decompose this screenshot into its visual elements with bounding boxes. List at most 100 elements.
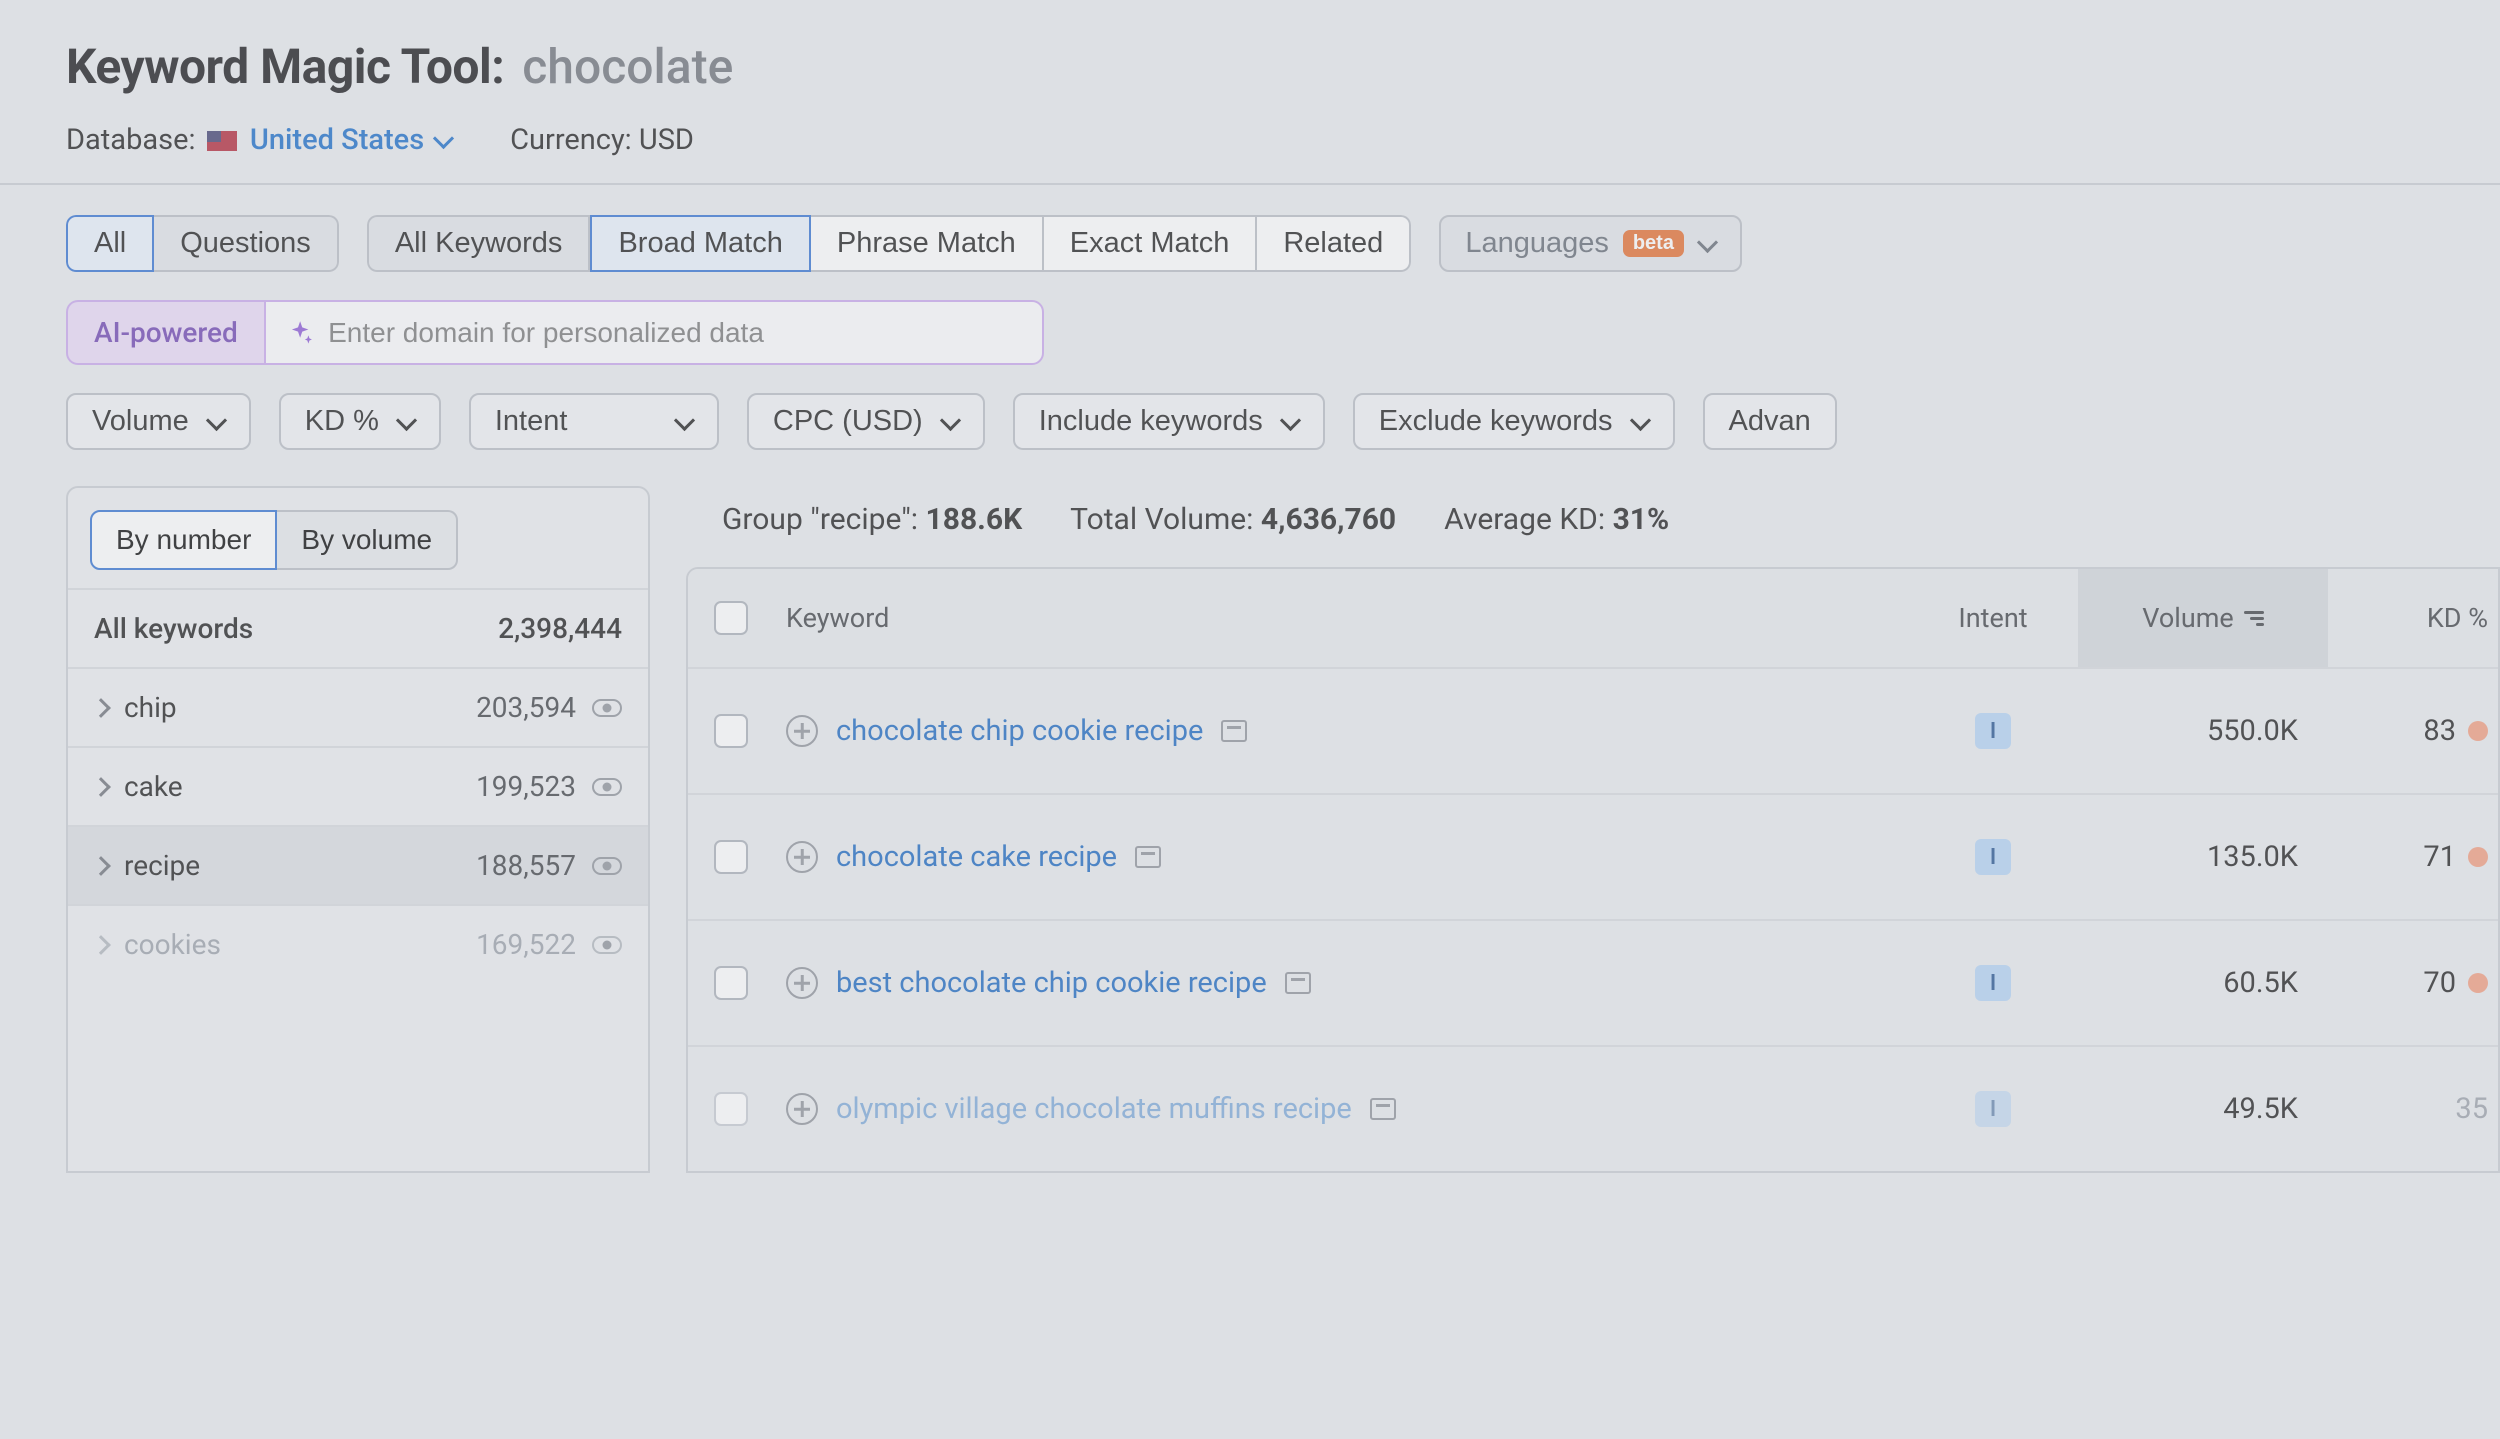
row-checkbox[interactable] [714,714,748,748]
match-toggle: All Keywords Broad Match Phrase Match Ex… [367,215,1412,272]
select-all-checkbox[interactable] [714,601,748,635]
col-volume-label: Volume [2142,602,2233,634]
filter-include-keywords[interactable]: Include keywords [1013,393,1325,450]
chevron-down-icon [434,131,452,149]
chevron-right-icon [91,856,111,876]
tab-exact-match[interactable]: Exact Match [1044,215,1258,272]
chevron-down-icon [397,413,415,431]
beta-badge: beta [1623,230,1684,257]
page-title: Keyword Magic Tool: [66,38,504,95]
row-checkbox[interactable] [714,966,748,1000]
tab-all-keywords[interactable]: All Keywords [367,215,591,272]
summary-kd-label: Average KD: [1444,502,1605,537]
sort-by-volume[interactable]: By volume [277,510,458,570]
kd-value: 71 [2423,840,2456,874]
keyword-link[interactable]: chocolate chip cookie recipe [836,714,1203,748]
flag-us-icon [207,131,237,151]
sidebar-group-cookies[interactable]: cookies169,522 [68,904,648,983]
keyword-link[interactable]: chocolate cake recipe [836,840,1117,874]
serp-icon[interactable] [1135,846,1161,868]
intent-badge: I [1975,839,2011,875]
eye-icon[interactable] [592,936,622,954]
row-checkbox[interactable] [714,1092,748,1126]
sidebar-group-chip[interactable]: chip203,594 [68,667,648,746]
filter-volume-label: Volume [92,405,189,438]
keyword-link[interactable]: olympic village chocolate muffins recipe [836,1092,1352,1126]
add-keyword-icon[interactable] [786,841,818,873]
serp-icon[interactable] [1285,972,1311,994]
chevron-right-icon [91,698,111,718]
table-row: olympic village chocolate muffins recipe… [688,1045,2498,1171]
col-volume[interactable]: Volume [2078,569,2328,667]
summary-kd-value: 31% [1613,502,1670,537]
volume-value: 550.0K [2078,714,2328,748]
filter-volume[interactable]: Volume [66,393,251,450]
filter-intent[interactable]: Intent [469,393,719,450]
row-checkbox[interactable] [714,840,748,874]
keyword-groups-sidebar: By number By volume All keywords 2,398,4… [66,486,650,1173]
table-row: chocolate cake recipe I 135.0K 71 [688,793,2498,919]
summary-group-label: Group "recipe": [722,502,918,537]
sidebar-group-count: 169,522 [476,928,576,961]
col-kd[interactable]: KD % [2328,602,2498,634]
filter-kd[interactable]: KD % [279,393,441,450]
summary-total-label: Total Volume: [1070,502,1253,537]
chevron-down-icon [1698,235,1716,253]
chevron-down-icon [941,413,959,431]
add-keyword-icon[interactable] [786,1093,818,1125]
intent-badge: I [1975,713,2011,749]
sidebar-group-recipe[interactable]: recipe188,557 [68,825,648,904]
serp-icon[interactable] [1370,1098,1396,1120]
volume-value: 49.5K [2078,1092,2328,1126]
eye-icon[interactable] [592,857,622,875]
page-query: chocolate [522,38,733,95]
col-intent[interactable]: Intent [1908,602,2078,634]
serp-icon[interactable] [1221,720,1247,742]
sort-by-number[interactable]: By number [90,510,277,570]
ai-domain-input[interactable] [328,304,1016,362]
chevron-down-icon [675,413,693,431]
sidebar-all-label: All keywords [94,612,253,645]
ai-domain-input-wrap[interactable] [264,300,1044,365]
database-selector[interactable]: United States [250,123,452,157]
tab-broad-match[interactable]: Broad Match [590,215,810,272]
filter-advanced-label: Advan [1729,405,1811,438]
filter-advanced[interactable]: Advan [1703,393,1837,450]
sidebar-group-cake[interactable]: cake199,523 [68,746,648,825]
kd-difficulty-dot [2468,847,2488,867]
chevron-down-icon [1281,413,1299,431]
kd-difficulty-dot [2468,721,2488,741]
ai-powered-badge: AI-powered [66,300,264,365]
filter-cpc[interactable]: CPC (USD) [747,393,985,450]
tab-related[interactable]: Related [1257,215,1411,272]
add-keyword-icon[interactable] [786,967,818,999]
sidebar-group-name: cake [124,770,183,803]
tab-all[interactable]: All [66,215,154,272]
eye-icon[interactable] [592,778,622,796]
sidebar-all-keywords[interactable]: All keywords 2,398,444 [68,588,648,667]
col-keyword[interactable]: Keyword [778,602,1908,634]
keywords-table: Keyword Intent Volume KD % chocolate chi… [686,567,2500,1173]
add-keyword-icon[interactable] [786,715,818,747]
currency-label: Currency: USD [510,123,694,157]
volume-value: 60.5K [2078,966,2328,1000]
kd-value: 35 [2455,1092,2488,1126]
sidebar-all-count: 2,398,444 [498,612,622,645]
filter-intent-label: Intent [495,405,568,438]
languages-dropdown[interactable]: Languages beta [1439,215,1742,272]
tab-phrase-match[interactable]: Phrase Match [811,215,1044,272]
summary-group-value: 188.6K [926,502,1023,537]
tab-questions[interactable]: Questions [154,215,339,272]
database-country: United States [250,123,424,157]
database-label: Database: [66,123,196,157]
filter-exclude-keywords[interactable]: Exclude keywords [1353,393,1675,450]
eye-icon[interactable] [592,699,622,717]
chevron-down-icon [1631,413,1649,431]
sidebar-group-count: 203,594 [476,691,576,724]
kd-value: 83 [2423,714,2456,748]
filter-kd-label: KD % [305,405,379,438]
chevron-down-icon [207,413,225,431]
keyword-link[interactable]: best chocolate chip cookie recipe [836,966,1267,1000]
volume-value: 135.0K [2078,840,2328,874]
table-row: chocolate chip cookie recipe I 550.0K 83 [688,667,2498,793]
